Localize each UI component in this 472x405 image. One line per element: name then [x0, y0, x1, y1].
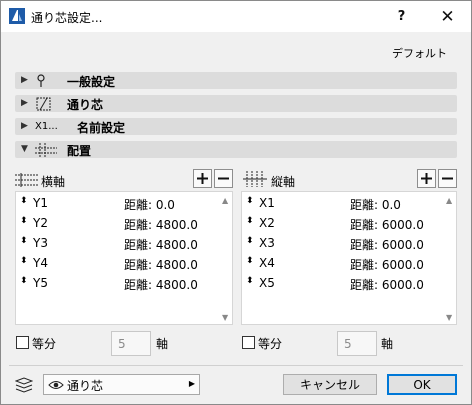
eye-icon: [48, 381, 64, 389]
reorder-handle-icon[interactable]: ⬍: [246, 276, 254, 286]
scroll-up-icon[interactable]: ▲: [446, 196, 452, 205]
remove-vertical-axis-button[interactable]: [438, 169, 457, 188]
section-grid-line[interactable]: ▶ 通り芯: [15, 95, 457, 112]
vertical-count-field[interactable]: 5: [337, 331, 377, 356]
axis-name: Y3: [33, 236, 48, 250]
section-label: 名前設定: [77, 121, 126, 135]
reorder-handle-icon[interactable]: ⬍: [20, 276, 28, 286]
axis-name: Y1: [33, 196, 48, 210]
section-label: 一般設定: [67, 75, 116, 89]
reorder-handle-icon[interactable]: ⬍: [20, 236, 28, 246]
horizontal-equal-label: 等分: [32, 337, 57, 351]
vertical-axis-unit: 軸: [381, 337, 394, 351]
list-item[interactable]: ⬍ Y2 距離: 4800.0: [16, 214, 232, 234]
axis-name: Y5: [33, 276, 48, 290]
horizontal-axis-label: 横軸: [41, 175, 66, 189]
plus-icon: [197, 173, 208, 184]
default-link[interactable]: デフォルト: [392, 45, 447, 61]
axis-name: X3: [259, 236, 275, 250]
axis-distance: 距離: 0.0: [124, 198, 175, 212]
pin-icon: [35, 72, 47, 89]
axis-name: X1: [259, 196, 275, 210]
ok-button[interactable]: OK: [387, 374, 457, 395]
remove-horizontal-axis-button[interactable]: [214, 169, 233, 188]
minus-icon: [218, 177, 229, 180]
axis-distance: 距離: 6000.0: [350, 258, 424, 272]
expand-triangle-icon: ▶: [21, 75, 28, 85]
axis-name: Y4: [33, 256, 48, 270]
axis-distance: 距離: 6000.0: [350, 278, 424, 292]
help-button[interactable]: ?: [379, 1, 424, 32]
reorder-handle-icon[interactable]: ⬍: [246, 196, 254, 206]
axis-distance: 距離: 4800.0: [124, 278, 198, 292]
axis-distance: 距離: 4800.0: [124, 238, 198, 252]
axis-name: Y2: [33, 216, 48, 230]
reorder-handle-icon[interactable]: ⬍: [246, 256, 254, 266]
window-title: 通り芯設定...: [31, 11, 103, 25]
placement-grid-icon: [35, 141, 57, 158]
list-item[interactable]: ⬍ Y3 距離: 4800.0: [16, 234, 232, 254]
layer-value: 通り芯: [67, 379, 104, 393]
list-item[interactable]: ⬍ Y4 距離: 4800.0: [16, 254, 232, 274]
section-general[interactable]: ▶ 一般設定: [15, 72, 457, 89]
vertical-axis-icon: [243, 171, 267, 187]
cancel-button[interactable]: キャンセル: [283, 374, 377, 395]
expand-triangle-icon: ▶: [21, 98, 28, 108]
reorder-handle-icon[interactable]: ⬍: [20, 216, 28, 226]
axis-name: X2: [259, 216, 275, 230]
add-horizontal-axis-button[interactable]: [193, 169, 212, 188]
list-item[interactable]: ⬍ Y1 距離: 0.0: [16, 194, 232, 214]
section-label: 配置: [67, 144, 92, 158]
naming-icon: X1...: [35, 121, 58, 132]
scroll-down-icon[interactable]: ▼: [446, 313, 452, 322]
list-item[interactable]: ⬍ X5 距離: 6000.0: [242, 274, 456, 294]
vertical-equal-checkbox[interactable]: [242, 336, 255, 349]
footer-divider: [9, 365, 463, 366]
reorder-handle-icon[interactable]: ⬍: [246, 216, 254, 226]
axis-name: X4: [259, 256, 275, 270]
axis-distance: 距離: 4800.0: [124, 218, 198, 232]
layer-dropdown[interactable]: 通り芯 ▶: [43, 374, 200, 395]
plus-icon: [421, 173, 432, 184]
archicad-app-icon: [9, 8, 25, 24]
horizontal-axis-unit: 軸: [156, 337, 169, 351]
grid-line-icon: [35, 95, 53, 112]
section-label: 通り芯: [67, 98, 104, 112]
title-bar[interactable]: 通り芯設定... ? ✕: [1, 1, 471, 32]
caret-right-icon: ▶: [188, 379, 195, 388]
section-naming[interactable]: ▶ X1... 名前設定: [15, 118, 457, 135]
list-item[interactable]: ⬍ X4 距離: 6000.0: [242, 254, 456, 274]
axis-distance: 距離: 0.0: [350, 198, 401, 212]
axis-distance: 距離: 6000.0: [350, 238, 424, 252]
add-vertical-axis-button[interactable]: [417, 169, 436, 188]
vertical-equal-label: 等分: [258, 337, 283, 351]
horizontal-count-field[interactable]: 5: [111, 331, 151, 356]
expand-triangle-icon: ▶: [21, 121, 28, 131]
reorder-handle-icon[interactable]: ⬍: [20, 196, 28, 206]
horizontal-equal-checkbox[interactable]: [16, 336, 29, 349]
grid-settings-dialog: 通り芯設定... ? ✕ デフォルト ▶ 一般設定 ▶ 通り芯 ▶ X1... …: [0, 0, 472, 405]
scroll-up-icon[interactable]: ▲: [222, 196, 228, 205]
list-item[interactable]: ⬍ X2 距離: 6000.0: [242, 214, 456, 234]
section-placement[interactable]: ▼ 配置: [15, 141, 457, 158]
axis-distance: 距離: 4800.0: [124, 258, 198, 272]
reorder-handle-icon[interactable]: ⬍: [20, 256, 28, 266]
axis-distance: 距離: 6000.0: [350, 218, 424, 232]
list-item[interactable]: ⬍ X3 距離: 6000.0: [242, 234, 456, 254]
horizontal-axis-list[interactable]: ⬍ Y1 距離: 0.0 ⬍ Y2 距離: 4800.0 ⬍ Y3 距離: 48…: [15, 191, 233, 325]
collapse-triangle-icon: ▼: [21, 144, 28, 154]
list-item[interactable]: ⬍ X1 距離: 0.0: [242, 194, 456, 214]
scroll-down-icon[interactable]: ▼: [222, 313, 228, 322]
vertical-axis-label: 縦軸: [271, 175, 296, 189]
list-item[interactable]: ⬍ Y5 距離: 4800.0: [16, 274, 232, 294]
layers-icon: [15, 377, 33, 393]
horizontal-axis-icon: [15, 173, 39, 187]
reorder-handle-icon[interactable]: ⬍: [246, 236, 254, 246]
minus-icon: [442, 177, 453, 180]
axis-name: X5: [259, 276, 275, 290]
vertical-axis-list[interactable]: ⬍ X1 距離: 0.0 ⬍ X2 距離: 6000.0 ⬍ X3 距離: 60…: [241, 191, 457, 325]
close-button[interactable]: ✕: [425, 1, 470, 32]
